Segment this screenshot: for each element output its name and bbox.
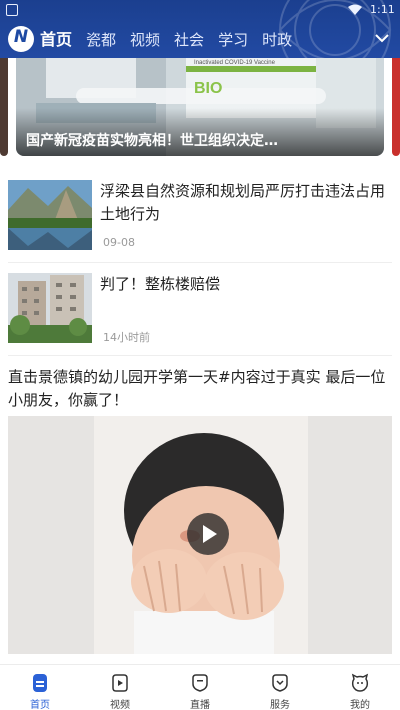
- nav-label: 服务: [270, 700, 290, 710]
- banner-title[interactable]: 国产新冠疫苗实物亮相！世卫组织决定…: [26, 130, 356, 150]
- tab-politics[interactable]: 时政: [262, 28, 292, 52]
- logo-letter: N: [13, 27, 29, 47]
- video-icon: [112, 674, 128, 692]
- app-header: 1:11 N 首页 瓷都 视频 社会 学习 时政: [0, 0, 400, 58]
- list-divider: [8, 355, 392, 356]
- chevron-down-icon[interactable]: [374, 32, 390, 44]
- nav-profile[interactable]: 我的: [320, 671, 400, 710]
- carousel-prev-peek[interactable]: [0, 58, 8, 156]
- video-player[interactable]: [8, 416, 392, 654]
- service-icon: [272, 674, 288, 692]
- tab-video[interactable]: 视频: [130, 28, 160, 52]
- news-title: 浮梁县自然资源和规划局严厉打击违法占用土地行为: [100, 182, 386, 223]
- nav-service[interactable]: 服务: [240, 671, 320, 710]
- news-item[interactable]: 浮梁县自然资源和规划局严厉打击违法占用土地行为 09-08: [8, 180, 392, 252]
- nav-label: 首页: [30, 700, 50, 710]
- banner-card[interactable]: BIO Inactivated COVID-19 Vaccine 国产新冠疫苗实…: [16, 58, 384, 156]
- tab-society[interactable]: 社会: [174, 28, 204, 52]
- channel-tabs: 首页 瓷都 视频 社会 学习 时政: [40, 28, 306, 52]
- nav-home[interactable]: 首页: [0, 671, 80, 710]
- tab-home[interactable]: 首页: [40, 28, 72, 52]
- vial-label-text: Inactivated COVID-19 Vaccine: [194, 60, 276, 66]
- app-logo[interactable]: N: [8, 26, 34, 52]
- nav-label: 视频: [110, 700, 130, 710]
- video-title[interactable]: 直击景德镇的幼儿园开学第一天#内容过于真实 最后一位小朋友，你赢了！: [8, 366, 392, 412]
- play-button[interactable]: [187, 513, 229, 555]
- profile-icon: [351, 673, 369, 692]
- nav-label: 我的: [350, 700, 370, 710]
- banner-carousel[interactable]: BIO Inactivated COVID-19 Vaccine 国产新冠疫苗实…: [0, 58, 400, 158]
- play-icon: [203, 525, 217, 543]
- vial-brand-text: BIO: [194, 80, 222, 97]
- news-thumbnail: [8, 180, 92, 250]
- status-bar: 1:11: [0, 0, 400, 20]
- news-time: 14小时前: [103, 331, 150, 344]
- news-time: 09-08: [103, 236, 135, 249]
- tab-study[interactable]: 学习: [218, 28, 248, 52]
- building-thumbnail-image: [8, 273, 92, 343]
- live-icon: [192, 674, 208, 692]
- list-divider: [8, 262, 392, 263]
- status-time: 1:11: [370, 3, 395, 16]
- wifi-icon: [348, 4, 362, 15]
- nav-label: 直播: [190, 700, 210, 710]
- nav-live[interactable]: 直播: [160, 671, 240, 710]
- home-icon: [33, 674, 47, 692]
- carousel-next-peek[interactable]: [392, 58, 400, 156]
- news-item[interactable]: 判了！整栋楼赔偿 14小时前: [8, 273, 392, 345]
- bottom-nav: 首页 视频 直播 服务 我的: [0, 664, 400, 710]
- nav-video[interactable]: 视频: [80, 671, 160, 710]
- tab-cidu[interactable]: 瓷都: [86, 28, 116, 52]
- news-thumbnail: [8, 273, 92, 343]
- landscape-thumbnail-image: [8, 180, 92, 250]
- video-letterbox-left: [8, 416, 94, 654]
- news-title: 判了！整栋楼赔偿: [100, 275, 221, 293]
- notification-icon: [6, 4, 18, 16]
- video-letterbox-right: [308, 416, 392, 654]
